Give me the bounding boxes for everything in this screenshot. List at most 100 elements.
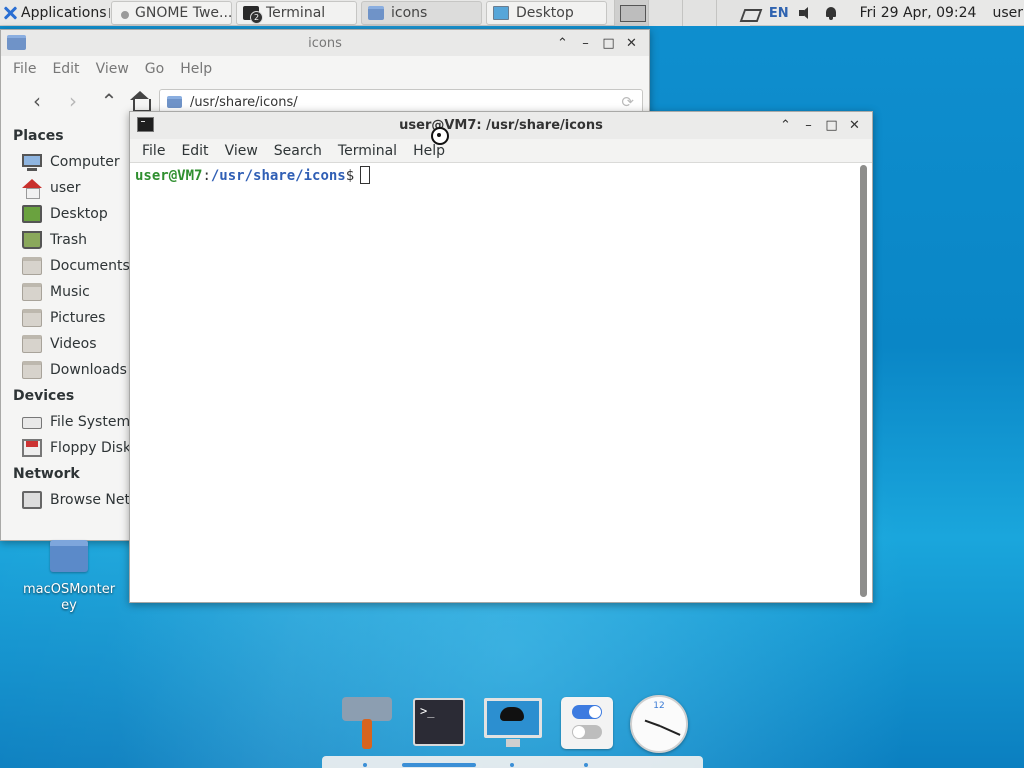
sidebar-item-file-system[interactable]: File System	[1, 409, 131, 435]
applications-menu-button[interactable]: Applications	[0, 0, 117, 26]
sidebar-item-trash[interactable]: Trash	[1, 227, 131, 253]
terminal-titlebar[interactable]: user@VM7: /usr/share/icons ⌃ – □ ✕	[130, 112, 872, 139]
window-controls: ⌃ – □ ✕	[551, 30, 643, 56]
sidebar-item-floppy-disk[interactable]: Floppy Disk	[1, 435, 131, 461]
taskbar-item-gnome-tweaks[interactable]: GNOME Twe...	[111, 1, 232, 25]
maximize-button[interactable]: □	[597, 36, 620, 51]
menu-go[interactable]: Go	[137, 61, 172, 77]
taskbar-item-desktop[interactable]: Desktop	[486, 1, 607, 25]
desktop-icon-macosmonterey[interactable]: macOSMonterey	[22, 540, 116, 614]
sidebar-item-computer[interactable]: Computer	[1, 149, 131, 175]
prompt-user-host: user@VM7	[135, 168, 203, 184]
prompt-path: /usr/share/icons	[210, 168, 346, 184]
workspace-2[interactable]	[648, 0, 682, 26]
dock-bar	[322, 756, 703, 768]
sidebar-item-label: Downloads	[50, 362, 127, 378]
dock-indicator	[510, 763, 514, 767]
menu-file[interactable]: File	[5, 61, 44, 77]
dock-mousepad-desktop[interactable]	[484, 695, 542, 751]
desktop-icon	[493, 6, 509, 20]
sidebar-item-music[interactable]: Music	[1, 279, 131, 305]
taskbar-item-icons[interactable]: icons	[361, 1, 482, 25]
shade-button[interactable]: ⌃	[551, 36, 574, 51]
volume-icon[interactable]	[798, 6, 814, 20]
menu-edit[interactable]: Edit	[44, 61, 87, 77]
monitor-stand-icon	[506, 739, 520, 747]
desktop-icon-label: macOSMonterey	[22, 582, 116, 613]
location-path: /usr/share/icons/	[190, 94, 298, 110]
menu-search[interactable]: Search	[266, 143, 330, 159]
sidebar-item-videos[interactable]: Videos	[1, 331, 131, 357]
sidebar-item-user[interactable]: user	[1, 175, 131, 201]
terminal-scrollbar[interactable]	[860, 165, 867, 597]
sidebar-item-label: Computer	[50, 154, 120, 170]
dock-catfish-search[interactable]	[338, 695, 394, 751]
text-cursor	[360, 166, 371, 184]
close-button[interactable]: ✕	[843, 118, 866, 133]
music-folder-icon	[22, 283, 42, 301]
clock-minute-hand	[659, 725, 681, 736]
clock-icon: 12	[630, 695, 688, 753]
sidebar-item-browse-network[interactable]: Browse Network	[1, 487, 131, 513]
terminal-prompt: user@VM7:/usr/share/icons$	[135, 166, 371, 184]
minimize-button[interactable]: –	[574, 36, 597, 51]
file-manager-sidebar: Places Computer user Desktop Trash Docum…	[1, 123, 131, 541]
mouse-icon	[500, 707, 524, 721]
sidebar-item-label: Videos	[50, 336, 97, 352]
forward-arrow-icon[interactable]: ›	[55, 89, 91, 113]
sidebar-item-label: Desktop	[50, 206, 108, 222]
dock-indicator	[584, 763, 588, 767]
maximize-button[interactable]: □	[820, 118, 843, 133]
trash-icon	[22, 231, 42, 249]
panel-clock[interactable]: Fri 29 Apr, 09:24	[860, 5, 977, 21]
sidebar-header-places: Places	[13, 128, 64, 144]
back-arrow-icon[interactable]: ‹	[19, 89, 55, 113]
user-menu[interactable]: user	[992, 5, 1023, 21]
menu-help[interactable]: Help	[405, 143, 453, 159]
sidebar-item-desktop[interactable]: Desktop	[1, 201, 131, 227]
downloads-folder-icon	[22, 361, 42, 379]
dock-terminal[interactable]: >_	[412, 695, 468, 751]
home-icon[interactable]	[129, 91, 151, 112]
folder-icon	[50, 540, 88, 572]
taskbar-label: Terminal	[266, 5, 326, 21]
computer-icon	[22, 154, 42, 171]
sidebar-item-label: Pictures	[50, 310, 106, 326]
window-controls: ⌃ – □ ✕	[774, 112, 866, 138]
reload-icon[interactable]: ⟳	[621, 93, 634, 111]
sidebar-item-label: Floppy Disk	[50, 440, 131, 456]
terminal-icon: >_	[413, 698, 465, 746]
menu-view[interactable]: View	[217, 143, 266, 159]
keyboard-layout-indicator[interactable]: EN	[769, 6, 789, 21]
file-manager-menubar: File Edit View Go Help	[1, 56, 649, 82]
network-icon[interactable]	[742, 7, 759, 20]
shade-button[interactable]: ⌃	[774, 118, 797, 133]
taskbar-label: icons	[391, 5, 428, 21]
menu-edit[interactable]: Edit	[173, 143, 216, 159]
menu-file[interactable]: File	[134, 143, 173, 159]
dock-clock[interactable]: 12	[630, 695, 688, 753]
clock-number: 12	[653, 701, 665, 711]
taskbar-item-terminal[interactable]: Terminal	[236, 1, 357, 25]
sidebar-item-downloads[interactable]: Downloads	[1, 357, 131, 383]
file-manager-titlebar[interactable]: icons ⌃ – □ ✕	[1, 30, 649, 56]
minimize-button[interactable]: –	[797, 118, 820, 133]
sidebar-item-pictures[interactable]: Pictures	[1, 305, 131, 331]
parent-folder-icon[interactable]: ⌃	[91, 89, 127, 113]
system-tray: EN Fri 29 Apr, 09:24 user	[742, 0, 1024, 26]
dock-settings[interactable]	[560, 695, 616, 751]
scrollbar-thumb[interactable]	[860, 165, 867, 597]
menu-terminal[interactable]: Terminal	[330, 143, 405, 159]
window-title: user@VM7: /usr/share/icons	[399, 118, 603, 133]
sidebar-item-documents[interactable]: Documents	[1, 253, 131, 279]
notification-bell-icon[interactable]	[824, 6, 838, 20]
terminal-output[interactable]: user@VM7:/usr/share/icons$	[130, 163, 872, 601]
close-button[interactable]: ✕	[620, 36, 643, 51]
workspace-1[interactable]	[614, 0, 648, 26]
dock-indicator	[363, 763, 367, 767]
menu-help[interactable]: Help	[172, 61, 220, 77]
toggle-off-icon	[572, 725, 602, 739]
toggle-on-icon	[572, 705, 602, 719]
workspace-3[interactable]	[682, 0, 716, 26]
menu-view[interactable]: View	[88, 61, 137, 77]
